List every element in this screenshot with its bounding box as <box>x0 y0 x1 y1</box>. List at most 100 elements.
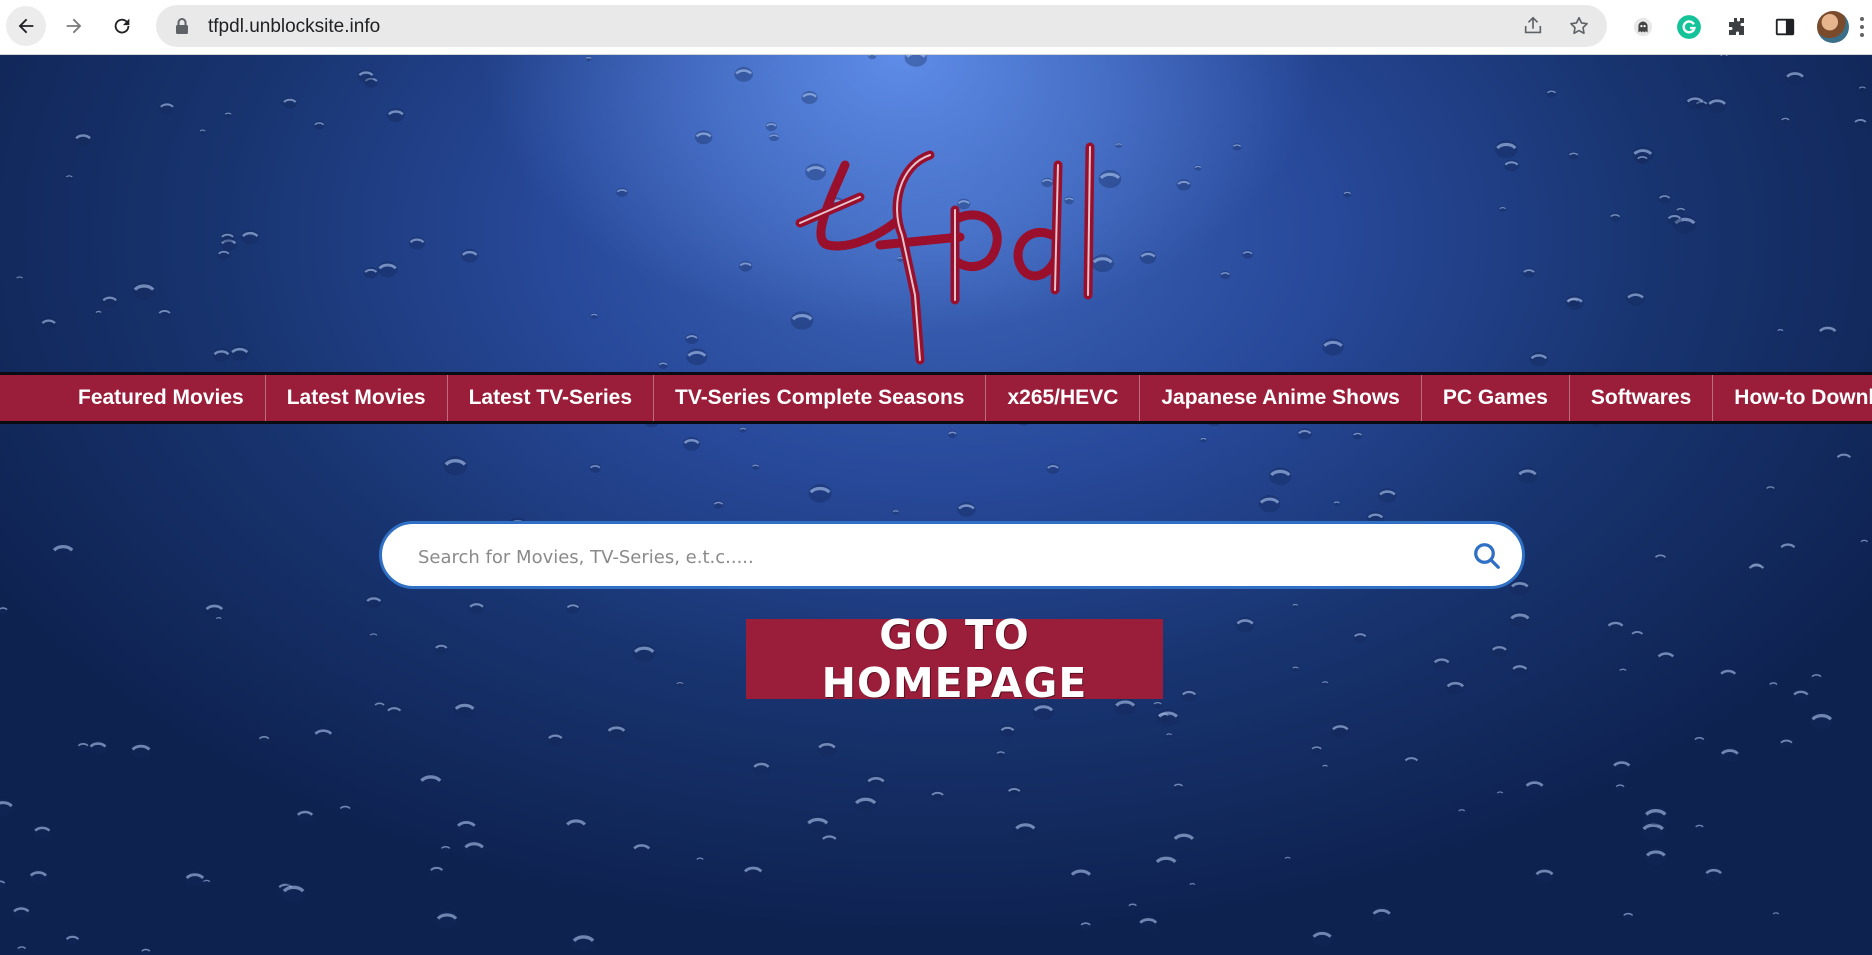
bubble <box>419 772 443 792</box>
nav-item-latest-movies[interactable]: Latest Movies <box>266 375 448 421</box>
lock-icon[interactable] <box>174 17 190 35</box>
bubble <box>1719 55 1729 60</box>
bubble <box>1292 603 1299 609</box>
bubble <box>1529 351 1549 367</box>
bubble <box>566 602 580 614</box>
bubble <box>65 174 74 181</box>
bubble <box>1615 783 1626 791</box>
nav-item-latest-tv-series[interactable]: Latest TV-Series <box>448 375 655 421</box>
nav-item-pc-games[interactable]: PC Games <box>1422 375 1570 421</box>
bubble <box>1858 85 1867 92</box>
bubble <box>1181 689 1197 702</box>
back-button[interactable] <box>6 6 46 46</box>
bubble <box>1219 270 1231 280</box>
forward-button[interactable] <box>54 6 94 46</box>
bubble <box>199 128 206 134</box>
bubble <box>947 430 958 439</box>
bubble <box>1166 732 1173 738</box>
bubble <box>387 108 405 123</box>
bubble <box>817 740 837 757</box>
bubble <box>1765 485 1776 493</box>
bubble <box>258 734 270 744</box>
bubble <box>463 839 485 858</box>
bubble <box>1311 929 1333 947</box>
nav-item-featured-movies[interactable]: Featured Movies <box>60 375 266 421</box>
bubble <box>0 798 14 816</box>
address-bar[interactable]: tfpdl.unblocksite.info <box>156 5 1607 47</box>
bubble <box>1297 428 1312 440</box>
bubble <box>1810 711 1834 730</box>
bubble <box>373 701 386 711</box>
nav-item-softwares[interactable]: Softwares <box>1570 375 1714 421</box>
nav-item-japanese-anime-shows[interactable]: Japanese Anime Shows <box>1140 375 1422 421</box>
bubble <box>74 132 92 147</box>
bubble <box>130 742 152 759</box>
bubble <box>713 500 724 509</box>
bubble <box>1189 882 1196 888</box>
grammarly-icon[interactable] <box>1674 12 1704 42</box>
bubble <box>685 333 699 344</box>
url-text[interactable]: tfpdl.unblocksite.info <box>208 16 380 38</box>
bubble <box>1510 579 1530 596</box>
reload-button[interactable] <box>102 6 142 46</box>
bubble <box>0 606 9 615</box>
bubble <box>738 260 753 272</box>
bubble <box>296 808 314 823</box>
bubble <box>801 91 818 105</box>
bubble <box>1860 538 1869 546</box>
bubble <box>440 844 451 853</box>
bubble <box>1176 179 1191 191</box>
bubble <box>734 67 753 82</box>
browser-menu-icon[interactable] <box>1858 14 1866 40</box>
share-icon[interactable] <box>1521 14 1545 38</box>
nav-item-tv-series-complete-seasons[interactable]: TV-Series Complete Seasons <box>654 375 987 421</box>
bubble <box>1343 190 1352 198</box>
bubble <box>904 55 928 67</box>
search-box <box>379 521 1525 589</box>
bubble <box>930 790 945 802</box>
bubble <box>1779 541 1797 555</box>
bubble <box>468 601 485 614</box>
bubble <box>434 643 449 655</box>
bubble <box>999 724 1016 738</box>
bubble <box>1719 667 1737 682</box>
bubble <box>217 249 231 260</box>
bubble <box>694 130 713 145</box>
bubble <box>212 348 231 363</box>
puzzle-icon[interactable] <box>1722 12 1752 42</box>
bubble <box>1268 467 1292 486</box>
bubble <box>456 818 477 836</box>
bubble <box>1835 451 1852 465</box>
nav-item-how-to-download[interactable]: How-to Download <box>1713 375 1872 421</box>
bubble <box>1200 437 1207 443</box>
bubble <box>435 910 459 929</box>
bubble <box>443 456 468 476</box>
bubble <box>453 701 476 719</box>
bubble <box>429 865 444 877</box>
search-input[interactable] <box>416 538 1420 576</box>
side-panel-icon[interactable] <box>1770 12 1800 42</box>
bubble <box>658 361 668 370</box>
nav-item-x265-hevc[interactable]: x265/HEVC <box>986 375 1141 421</box>
bubble <box>1080 921 1092 931</box>
bubble <box>281 882 306 902</box>
go-to-homepage-button[interactable]: GO TO HOMEPAGE <box>746 611 1163 707</box>
bubble <box>1378 488 1397 503</box>
bubble <box>1331 722 1350 738</box>
bubble <box>1606 619 1625 634</box>
star-icon[interactable] <box>1567 14 1591 38</box>
bubble <box>88 740 108 755</box>
bubble <box>1322 764 1329 770</box>
bubble <box>1499 206 1507 212</box>
bubble <box>1138 915 1159 932</box>
bubble <box>51 542 75 561</box>
bubble <box>28 868 48 885</box>
bubble <box>230 345 250 361</box>
bubble <box>220 232 235 244</box>
bubble <box>1644 847 1667 866</box>
profile-avatar[interactable] <box>1817 11 1849 43</box>
bubble <box>1352 431 1363 440</box>
bubble <box>224 111 232 118</box>
ghost-extension-icon[interactable] <box>1628 12 1658 42</box>
search-button[interactable] <box>1472 541 1502 571</box>
